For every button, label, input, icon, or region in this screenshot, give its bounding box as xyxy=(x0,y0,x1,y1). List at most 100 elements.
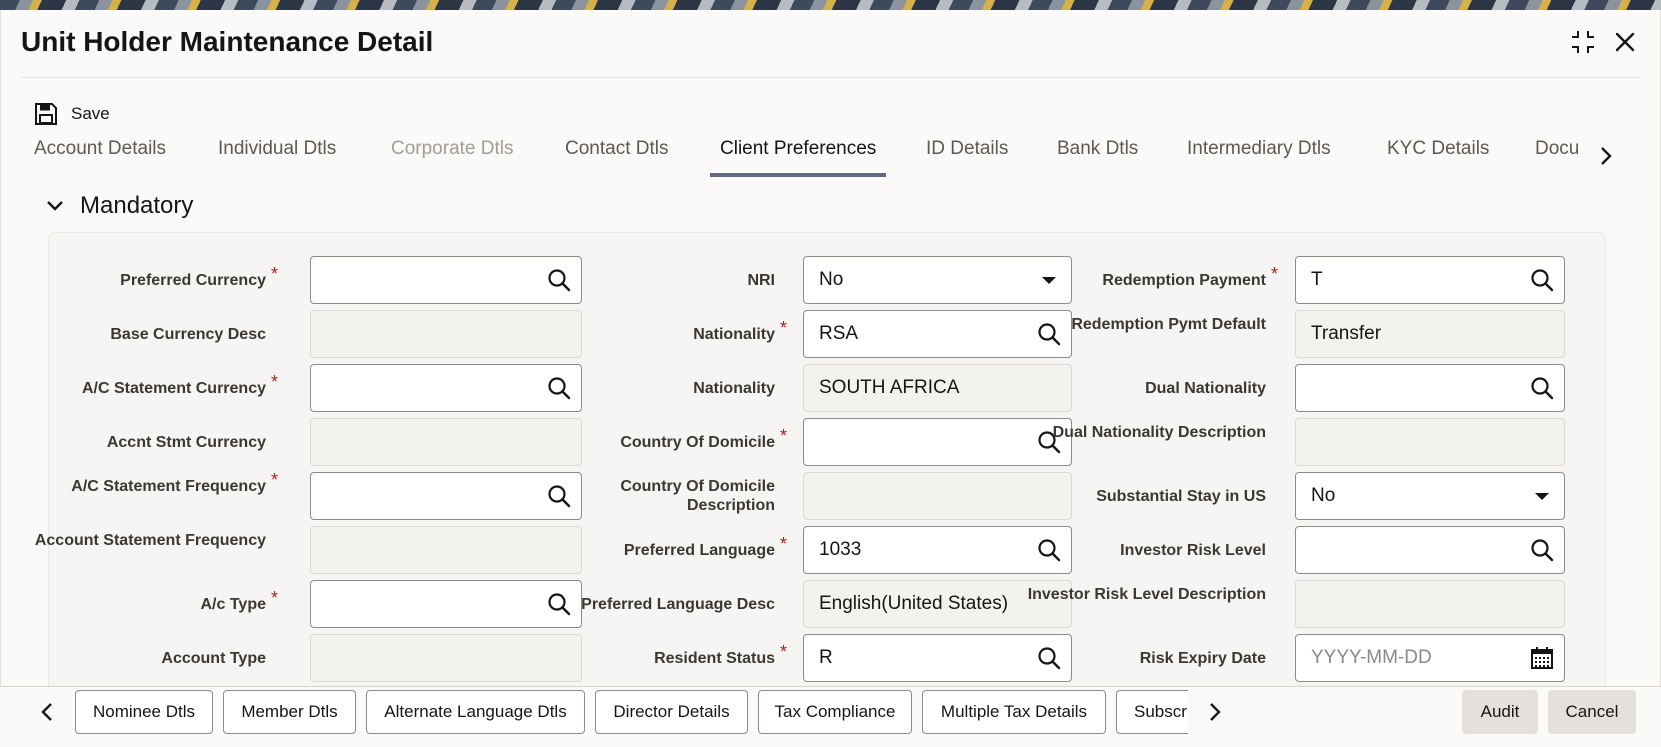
col3-investor-risk-level-input[interactable] xyxy=(1295,526,1565,574)
col1-account-statement-frequency-label: Account Statement Frequency xyxy=(26,531,266,550)
col2-nationality-label-text: Nationality xyxy=(693,325,775,343)
tax-compliance-button[interactable]: Tax Compliance xyxy=(758,690,912,734)
lookup-button[interactable] xyxy=(1520,527,1564,573)
footer-scroll-next-button[interactable] xyxy=(1200,694,1230,730)
footer-scroll-prev-button[interactable] xyxy=(32,694,62,730)
calendar-button[interactable] xyxy=(1520,635,1564,681)
col3-dual-nationality-description-label-text: Dual Nationality Description xyxy=(1052,424,1266,441)
col1-a-c-statement-currency-label-text: A/C Statement Currency xyxy=(81,379,266,397)
col1-preferred-currency-label-text: Preferred Currency xyxy=(120,271,266,289)
col2-nationality-label: Nationality * xyxy=(535,318,787,344)
required-marker: * xyxy=(779,641,787,662)
col3-dual-nationality-label-text: Dual Nationality xyxy=(1145,379,1266,397)
audit-button[interactable]: Audit xyxy=(1462,690,1538,734)
col2-nationality-label: Nationality xyxy=(535,379,775,398)
lookup-button[interactable] xyxy=(1520,365,1564,411)
col2-country-of-domicile-description-label-text: Country Of Domicile Description xyxy=(620,478,775,514)
col2-preferred-language-desc-label: Preferred Language Desc xyxy=(535,595,775,614)
col1-preferred-currency-label: Preferred Currency * xyxy=(26,264,278,290)
col3-investor-risk-level-description-label: Investor Risk Level Description xyxy=(1026,585,1266,604)
member-dtls-button[interactable]: Member Dtls xyxy=(223,690,356,734)
close-icon xyxy=(1615,32,1635,52)
tab-client-preferences[interactable]: Client Preferences xyxy=(709,138,887,178)
tab-corporate-dtls: Corporate Dtls xyxy=(391,138,514,159)
required-marker: * xyxy=(270,470,278,490)
col3-redemption-pymt-default-label: Redemption Pymt Default xyxy=(1026,315,1266,334)
chevron-down-icon xyxy=(47,201,63,211)
required-marker: * xyxy=(270,587,278,608)
tab-strip: Account Details Individual Dtls Corporat… xyxy=(0,130,1580,182)
close-button[interactable] xyxy=(1609,26,1641,58)
required-marker: * xyxy=(270,263,278,284)
maximize-button[interactable] xyxy=(1567,26,1599,58)
section-mandatory-toggle[interactable]: Mandatory xyxy=(46,188,193,224)
nominee-dtls-button[interactable]: Nominee Dtls xyxy=(75,690,213,734)
col2-resident-status-value: R xyxy=(819,647,833,668)
tab-kyc-details[interactable]: KYC Details xyxy=(1387,138,1489,178)
col1-base-currency-desc-label-text: Base Currency Desc xyxy=(110,325,266,343)
search-icon xyxy=(1531,377,1554,400)
tab-contact-dtls[interactable]: Contact Dtls xyxy=(565,138,668,178)
col2-resident-status-label: Resident Status * xyxy=(535,642,787,668)
col3-redemption-pymt-default-input: Transfer xyxy=(1295,310,1565,358)
col3-substantial-stay-in-us-select[interactable]: No xyxy=(1295,472,1565,520)
col1-base-currency-desc-label: Base Currency Desc xyxy=(26,325,266,344)
col2-country-of-domicile-description-label: Country Of Domicile Description xyxy=(535,477,775,515)
col2-nri-value: No xyxy=(819,269,844,290)
col2-preferred-language-desc-label-text: Preferred Language Desc xyxy=(581,595,775,613)
col3-investor-risk-level-label: Investor Risk Level xyxy=(1026,541,1266,560)
tab-account-details[interactable]: Account Details xyxy=(34,138,166,178)
col2-preferred-language-value: 1033 xyxy=(819,539,862,560)
col3-dual-nationality-input[interactable] xyxy=(1295,364,1565,412)
col1-account-type-label-text: Account Type xyxy=(161,649,266,667)
required-marker: * xyxy=(779,533,787,554)
col3-investor-risk-level-label-text: Investor Risk Level xyxy=(1120,541,1266,559)
col3-substantial-stay-in-us-label: Substantial Stay in US xyxy=(1026,487,1266,506)
col2-nri-label-text: NRI xyxy=(747,271,775,289)
col2-preferred-language-label-text: Preferred Language xyxy=(623,541,775,559)
floppy-disk-icon xyxy=(35,103,57,125)
col2-preferred-language-label: Preferred Language * xyxy=(535,534,787,560)
tab-scroll-next-button[interactable] xyxy=(1592,140,1620,172)
search-icon xyxy=(1531,539,1554,562)
title-divider xyxy=(21,77,1640,78)
col2-country-of-domicile-label: Country Of Domicile * xyxy=(535,426,787,452)
col1-a-c-type-label-text: A/c Type xyxy=(200,595,267,613)
lookup-button[interactable] xyxy=(1520,257,1564,303)
alternate-language-dtls-button[interactable]: Alternate Language Dtls xyxy=(366,690,585,734)
tab-intermediary-dtls[interactable]: Intermediary Dtls xyxy=(1187,138,1331,178)
col3-risk-expiry-date-label: Risk Expiry Date xyxy=(1026,649,1266,668)
col2-nri-label: NRI xyxy=(535,271,775,290)
maximize-icon xyxy=(1572,31,1594,53)
col3-risk-expiry-date-label-text: Risk Expiry Date xyxy=(1139,649,1266,667)
dropdown-button[interactable] xyxy=(1520,473,1564,519)
search-icon xyxy=(1531,269,1554,292)
cancel-button[interactable]: Cancel xyxy=(1548,690,1636,734)
col3-dual-nationality-label: Dual Nationality xyxy=(1026,379,1266,398)
col2-nationality-value: RSA xyxy=(819,323,859,344)
col3-redemption-pymt-default-label-text: Redemption Pymt Default xyxy=(1071,316,1266,333)
col3-redemption-payment-input[interactable]: T xyxy=(1295,256,1565,304)
col1-a-c-type-label: A/c Type * xyxy=(26,588,279,614)
footer-button-strip: Nominee Dtls Member Dtls Alternate Langu… xyxy=(70,686,1188,747)
tab-id-details[interactable]: ID Details xyxy=(926,138,1008,178)
col3-redemption-payment-value: T xyxy=(1311,269,1323,290)
col1-account-type-label: Account Type xyxy=(26,649,266,668)
subscription-button[interactable]: Subscr xyxy=(1116,690,1188,734)
col3-risk-expiry-date-value: YYYY-MM-DD xyxy=(1311,647,1432,668)
tab-bank-dtls[interactable]: Bank Dtls xyxy=(1057,138,1138,178)
calendar-icon xyxy=(1531,647,1553,669)
col1-account-statement-frequency-label-text: Account Statement Frequency xyxy=(34,532,266,549)
tab-individual-dtls[interactable]: Individual Dtls xyxy=(218,138,336,178)
required-marker: * xyxy=(779,425,787,446)
save-button[interactable]: Save xyxy=(35,98,110,130)
multiple-tax-details-button[interactable]: Multiple Tax Details xyxy=(922,690,1106,734)
chevron-right-icon xyxy=(1601,147,1612,165)
director-details-button[interactable]: Director Details xyxy=(595,690,748,734)
header-banner xyxy=(0,0,1661,10)
col1-a-c-statement-frequency-label-text: A/C Statement Frequency xyxy=(71,478,266,495)
chevron-right-icon xyxy=(1210,703,1221,721)
tab-documents[interactable]: Docu xyxy=(1535,138,1579,178)
col1-accnt-stmt-currency-label-text: Accnt Stmt Currency xyxy=(106,433,266,451)
col3-risk-expiry-date-date-input[interactable]: YYYY-MM-DD xyxy=(1295,634,1565,682)
